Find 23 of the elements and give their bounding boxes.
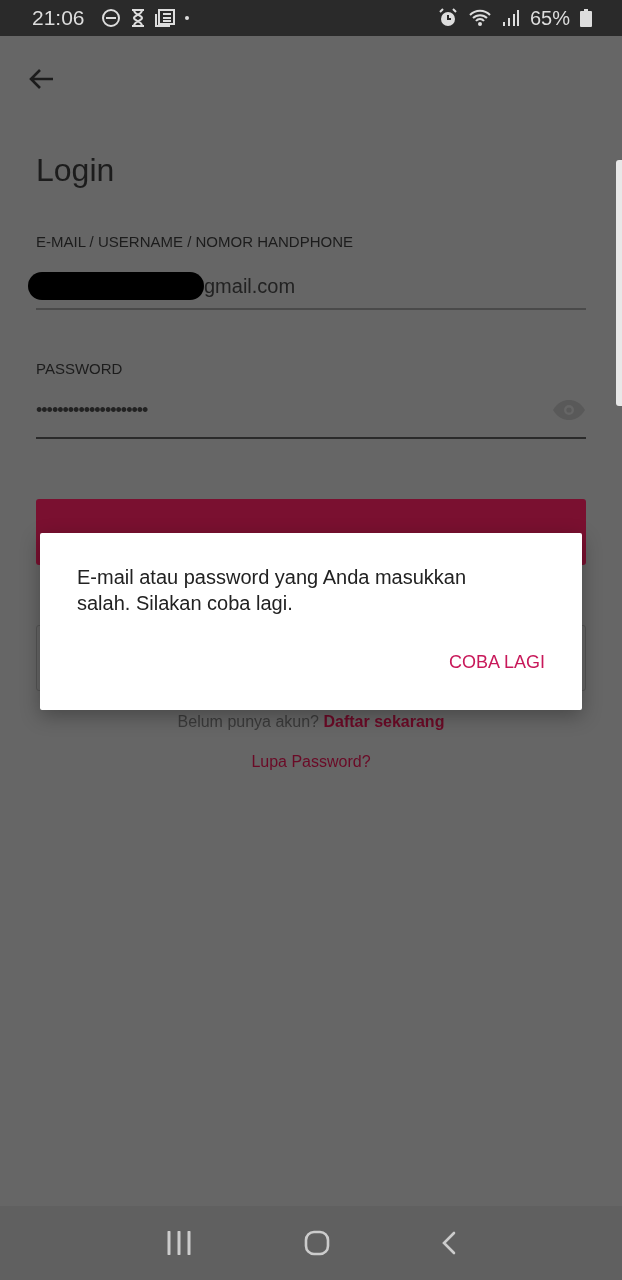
recent-apps-icon[interactable] bbox=[166, 1231, 192, 1255]
email-field[interactable]: gmail.com bbox=[36, 264, 586, 310]
battery-icon bbox=[580, 9, 592, 27]
back-arrow-icon[interactable] bbox=[28, 68, 54, 90]
signup-link[interactable]: Daftar sekarang bbox=[323, 713, 445, 730]
alarm-icon bbox=[437, 8, 458, 28]
back-icon[interactable] bbox=[442, 1231, 456, 1255]
signal-icon bbox=[501, 9, 520, 27]
news-icon bbox=[154, 9, 175, 27]
error-message: E-mail atau password yang Anda masukkan salah. Silakan coba lagi. bbox=[77, 565, 468, 616]
hourglass-icon bbox=[130, 9, 145, 27]
field-label: PASSWORD bbox=[36, 360, 124, 377]
password-field[interactable]: ••••••••••••••••••••• bbox=[36, 383, 586, 439]
home-icon[interactable] bbox=[304, 1230, 330, 1256]
page-title: Login bbox=[36, 152, 116, 189]
dot-icon bbox=[184, 16, 189, 20]
forgot-password-link[interactable]: Lupa Password? bbox=[251, 753, 371, 770]
status-time: 21:06 bbox=[32, 6, 85, 30]
battery-level: 65% bbox=[529, 6, 570, 30]
wifi-icon bbox=[467, 9, 492, 27]
retry-button[interactable]: COBA LAGI bbox=[448, 646, 545, 679]
field-label: E-MAIL / USERNAME / NOMOR HANDPHONE bbox=[36, 233, 354, 250]
do-not-disturb-icon bbox=[100, 8, 121, 28]
